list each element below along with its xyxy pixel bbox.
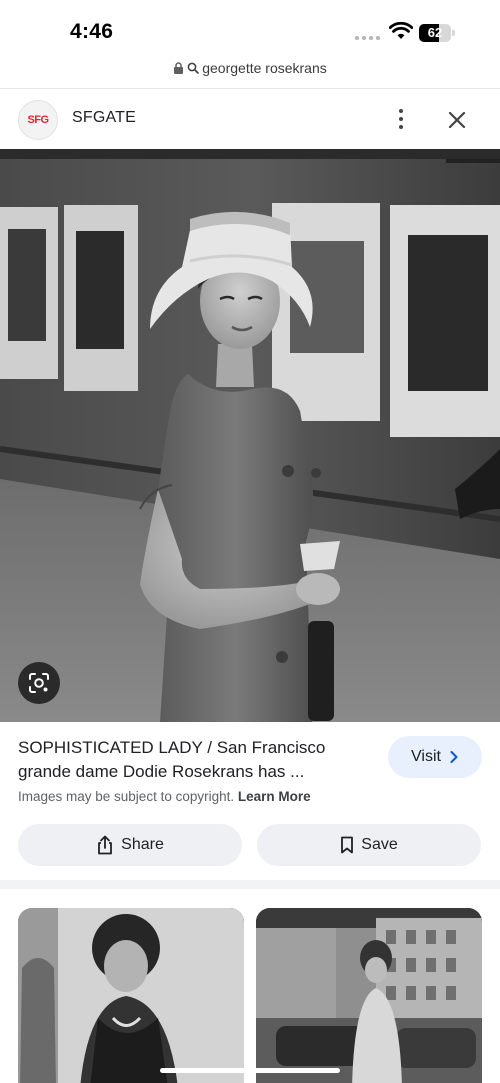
result-title[interactable]: SOPHISTICATED LADY / San Francisco grand… xyxy=(18,736,368,784)
wifi-icon xyxy=(389,22,413,39)
save-label: Save xyxy=(361,836,398,853)
related-image-graphic xyxy=(256,908,482,1083)
copyright-text: Images may be subject to copyright. xyxy=(18,789,235,804)
source-logo[interactable]: SFG xyxy=(18,100,58,140)
save-button[interactable]: Save xyxy=(257,824,481,866)
learn-more-link[interactable]: Learn More xyxy=(238,789,311,804)
related-image[interactable] xyxy=(18,908,244,1083)
search-query: georgette rosekrans xyxy=(202,60,327,76)
copyright-notice: Images may be subject to copyright. Lear… xyxy=(18,789,311,804)
url-bar[interactable]: georgette rosekrans xyxy=(0,60,500,84)
share-icon xyxy=(98,835,113,855)
status-time: 4:46 xyxy=(70,20,114,43)
related-image-graphic xyxy=(18,908,244,1083)
source-header: SFG SFGATE xyxy=(0,89,500,149)
search-icon xyxy=(187,62,200,74)
chevron-right-icon xyxy=(450,751,458,763)
lens-button[interactable] xyxy=(18,662,60,704)
home-indicator xyxy=(160,1068,340,1073)
bookmark-icon xyxy=(341,836,354,854)
status-bar: 4:46 62 xyxy=(0,0,500,58)
visit-label: Visit xyxy=(411,748,441,765)
cellular-signal-icon xyxy=(355,36,380,40)
section-divider xyxy=(0,880,500,889)
share-label: Share xyxy=(121,836,164,853)
main-image[interactable] xyxy=(0,149,500,722)
battery-level: 62 xyxy=(427,25,443,40)
main-image-graphic xyxy=(0,149,500,722)
share-button[interactable]: Share xyxy=(18,824,242,866)
lock-icon xyxy=(174,62,184,74)
lens-icon xyxy=(29,673,49,693)
more-options-button[interactable] xyxy=(388,105,414,133)
source-name[interactable]: SFGATE xyxy=(72,109,136,127)
related-image[interactable] xyxy=(256,908,482,1083)
battery-icon: 62 xyxy=(419,24,455,42)
close-icon[interactable] xyxy=(444,107,470,133)
source-logo-text: SFG xyxy=(27,114,49,126)
visit-button[interactable]: Visit xyxy=(388,736,482,778)
